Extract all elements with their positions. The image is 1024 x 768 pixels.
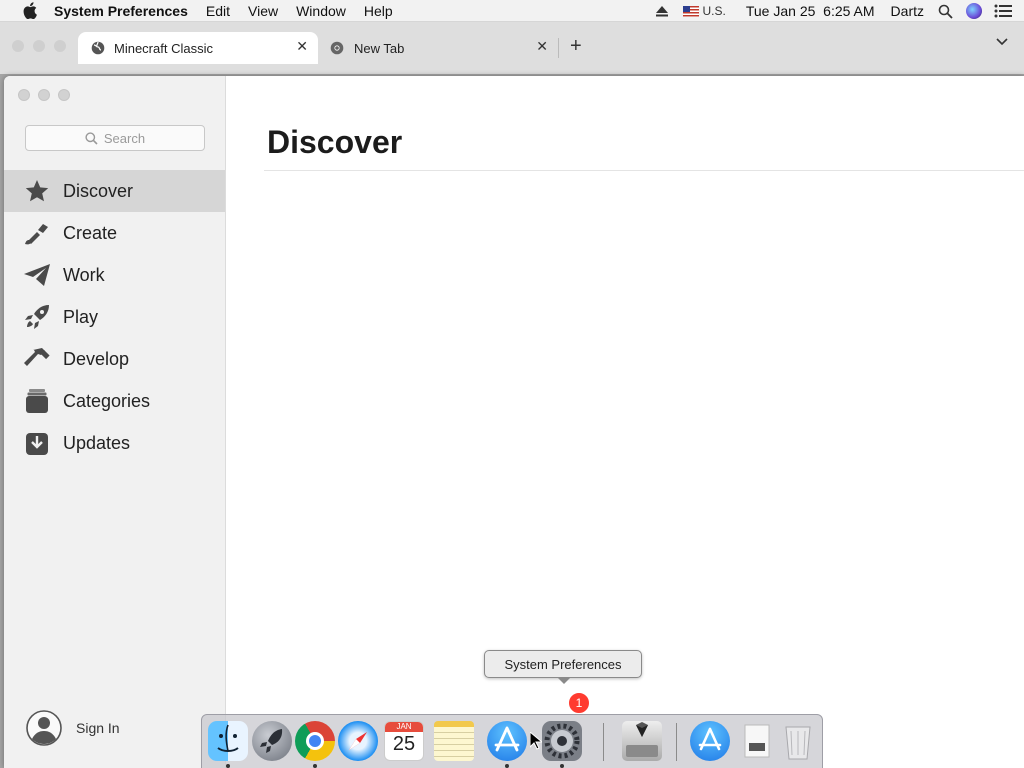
close-tab-icon[interactable]: ✕ xyxy=(536,38,548,55)
sidebar-item-label: Categories xyxy=(63,390,151,411)
sidebar-item-discover[interactable]: Discover xyxy=(4,170,225,212)
calendar-month: JAN xyxy=(385,722,423,732)
browser-close-dot[interactable] xyxy=(12,40,24,52)
tab-search-chevron-icon[interactable] xyxy=(996,38,1008,46)
launchpad-icon[interactable] xyxy=(252,721,292,761)
sidebar-item-work[interactable]: Work xyxy=(4,254,225,296)
sidebar-item-label: Create xyxy=(63,222,118,243)
notes-icon[interactable] xyxy=(434,721,474,761)
menu-user[interactable]: Dartz xyxy=(891,3,924,19)
apple-menu-icon[interactable] xyxy=(20,0,40,22)
rocket-icon xyxy=(24,304,50,330)
sidebar-item-label: Discover xyxy=(63,180,134,201)
download-icon xyxy=(24,430,50,456)
siri-icon[interactable] xyxy=(966,3,982,19)
notification-badge: 1 xyxy=(568,692,590,714)
window-minimize-button[interactable] xyxy=(38,89,50,101)
safari-icon[interactable] xyxy=(338,721,378,761)
brush-icon xyxy=(24,220,50,246)
spotlight-search-icon[interactable] xyxy=(938,4,954,19)
hammer-icon xyxy=(24,346,50,372)
menu-bar: System Preferences Edit View Window Help… xyxy=(0,0,1024,22)
input-source-label[interactable]: U.S. xyxy=(703,4,726,18)
dock-tooltip: System Preferences xyxy=(484,650,642,684)
applications-stack-icon[interactable] xyxy=(690,721,730,761)
stack-icon xyxy=(24,388,50,414)
mouse-cursor-icon xyxy=(529,730,544,755)
tab-divider xyxy=(558,38,559,58)
sidebar-item-develop[interactable]: Develop xyxy=(4,338,225,380)
tab-title: Minecraft Classic xyxy=(114,40,213,56)
trash-icon[interactable] xyxy=(778,721,818,761)
menu-window[interactable]: Window xyxy=(296,3,346,19)
menu-clock[interactable]: Tue Jan 25 6:25 AM xyxy=(746,3,875,19)
menu-help[interactable]: Help xyxy=(364,3,393,19)
browser-tab-new-tab[interactable]: New Tab ✕ xyxy=(318,32,558,64)
us-flag-icon[interactable] xyxy=(682,5,699,17)
dock: JAN 25 xyxy=(201,714,823,768)
sidebar-item-label: Updates xyxy=(63,432,131,453)
sidebar-item-label: Play xyxy=(63,306,99,327)
sign-in-button[interactable]: Sign In xyxy=(26,710,120,746)
search-icon xyxy=(85,131,98,145)
sidebar: Search Discover Create Work Play Develop… xyxy=(4,76,226,768)
browser-minimize-dot[interactable] xyxy=(33,40,45,52)
star-icon xyxy=(24,178,50,204)
running-indicator xyxy=(560,764,564,768)
sidebar-item-label: Work xyxy=(63,264,105,285)
paper-plane-icon xyxy=(24,262,50,288)
sidebar-item-label: Develop xyxy=(63,348,130,369)
search-field[interactable]: Search xyxy=(25,125,205,151)
tab-title: New Tab xyxy=(354,40,405,56)
running-indicator xyxy=(505,764,509,768)
disk-utility-icon[interactable] xyxy=(622,721,662,761)
new-tab-icon[interactable]: + xyxy=(570,35,582,58)
sidebar-item-categories[interactable]: Categories xyxy=(4,380,225,422)
sidebar-item-updates[interactable]: Updates xyxy=(4,422,225,464)
menu-view[interactable]: View xyxy=(248,3,278,19)
window-zoom-button[interactable] xyxy=(58,89,70,101)
globe-icon xyxy=(91,41,105,55)
calendar-day: 25 xyxy=(392,733,416,755)
menu-app-name[interactable]: System Preferences xyxy=(54,3,188,19)
page-title: Discover xyxy=(267,124,403,160)
chrome-icon xyxy=(330,41,344,55)
eject-icon[interactable] xyxy=(655,5,669,17)
close-tab-icon[interactable]: ✕ xyxy=(296,38,308,55)
finder-icon[interactable] xyxy=(208,721,248,761)
sidebar-item-play[interactable]: Play xyxy=(4,296,225,338)
menu-edit[interactable]: Edit xyxy=(206,3,230,19)
documents-stack-icon[interactable] xyxy=(737,721,777,761)
sign-in-label: Sign In xyxy=(76,720,120,736)
browser-tab-minecraft[interactable]: Minecraft Classic ✕ xyxy=(78,32,318,64)
dock-divider xyxy=(676,723,677,761)
browser-zoom-dot[interactable] xyxy=(54,40,66,52)
avatar-icon xyxy=(26,710,62,746)
calendar-icon[interactable]: JAN 25 xyxy=(384,721,424,761)
notification-center-icon[interactable] xyxy=(994,4,1012,18)
browser-tab-strip: Minecraft Classic ✕ New Tab ✕ + xyxy=(0,22,1024,74)
search-placeholder: Search xyxy=(103,130,146,146)
running-indicator xyxy=(313,764,317,768)
sidebar-item-create[interactable]: Create xyxy=(4,212,225,254)
window-close-button[interactable] xyxy=(18,89,30,101)
running-indicator xyxy=(226,764,230,768)
title-divider xyxy=(264,170,1024,171)
system-preferences-icon[interactable] xyxy=(542,721,582,761)
app-store-icon[interactable] xyxy=(487,721,527,761)
chrome-app-icon[interactable] xyxy=(295,721,335,761)
dock-divider xyxy=(603,723,604,761)
